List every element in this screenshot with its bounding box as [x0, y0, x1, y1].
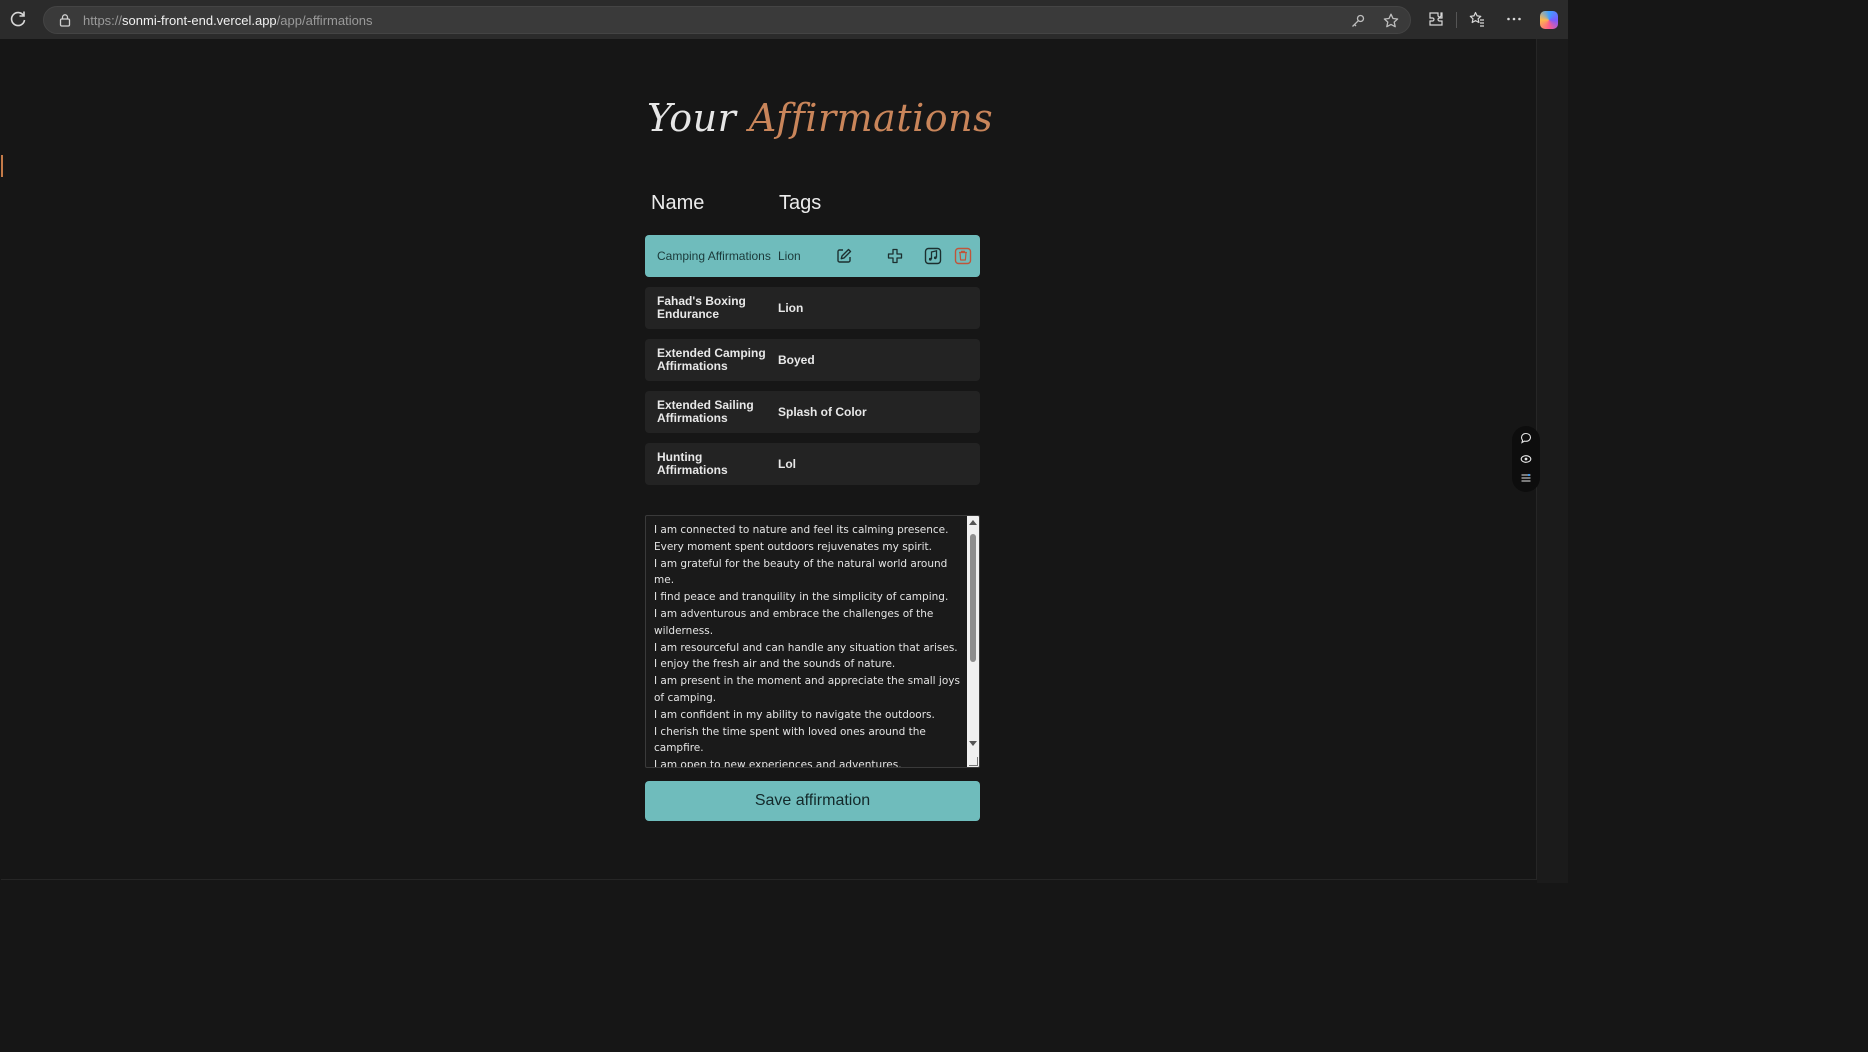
affirmation-name: Extended Camping Affirmations [657, 346, 766, 373]
edit-icon[interactable] [835, 247, 853, 265]
affirmation-tag: Lol [778, 457, 796, 471]
favorite-star-icon[interactable] [1382, 12, 1400, 30]
favorites-icon[interactable] [1468, 10, 1486, 28]
column-header-name: Name [651, 192, 705, 214]
more-menu-icon[interactable] [1505, 10, 1523, 28]
affirmation-name: Fahad's Boxing Endurance [657, 294, 746, 321]
lock-icon[interactable] [58, 13, 72, 27]
browser-toolbar: https://sonmi-front-end.vercel.app/app/a… [0, 0, 1568, 39]
column-header-tags: Tags [779, 192, 822, 214]
chat-bubble-icon[interactable] [1520, 432, 1532, 444]
save-affirmation-button[interactable]: Save affirmation [645, 781, 980, 821]
extensions-icon[interactable] [1427, 10, 1445, 28]
add-icon[interactable] [886, 247, 904, 265]
reload-icon[interactable] [8, 9, 28, 29]
affirmation-textarea[interactable]: I am connected to nature and feel its ca… [645, 515, 980, 768]
affirmation-text-content[interactable]: I am connected to nature and feel its ca… [654, 522, 964, 767]
toolbar-divider [1456, 12, 1457, 28]
affirmation-row[interactable]: Extended Camping Affirmations Boyed [645, 339, 980, 381]
affirmation-name: Extended Sailing Affirmations [657, 398, 754, 425]
affirmation-tag: Splash of Color [778, 405, 867, 419]
title-word-your: Your [647, 96, 737, 140]
affirmation-row[interactable]: Fahad's Boxing Endurance Lion [645, 287, 980, 329]
affirmation-row[interactable]: Extended Sailing Affirmations Splash of … [645, 391, 980, 433]
scroll-up-arrow-icon[interactable] [969, 520, 977, 525]
affirmation-tag: Lion [778, 301, 804, 315]
affirmation-tag: Lion [778, 249, 801, 263]
resize-grip-icon[interactable] [969, 757, 978, 766]
title-word-affirmations: Affirmations [748, 96, 994, 140]
textarea-scrollbar[interactable] [967, 516, 979, 767]
scrollbar-thumb[interactable] [970, 534, 976, 662]
visibility-icon[interactable] [1520, 453, 1532, 465]
affirmation-row-selected[interactable]: Camping Affirmations Lion [645, 235, 980, 277]
address-bar[interactable]: https://sonmi-front-end.vercel.app/app/a… [43, 6, 1411, 34]
browser-side-strip [1537, 39, 1568, 883]
affirmation-name: Camping Affirmations [657, 248, 771, 263]
scroll-down-arrow-icon[interactable] [969, 741, 977, 746]
page-title: Your Affirmations [647, 96, 993, 140]
copilot-icon[interactable] [1540, 11, 1558, 29]
focus-caret [1, 155, 3, 177]
url-text[interactable]: https://sonmi-front-end.vercel.app/app/a… [83, 13, 373, 28]
affirmation-tag: Boyed [778, 353, 815, 367]
delete-icon[interactable] [954, 247, 972, 265]
affirmation-name: Hunting Affirmations [657, 450, 728, 477]
list-settings-icon[interactable] [1520, 472, 1532, 484]
music-icon[interactable] [924, 247, 942, 265]
affirmation-row[interactable]: Hunting Affirmations Lol [645, 443, 980, 485]
key-icon[interactable] [1349, 12, 1367, 30]
floating-tools-pill [1512, 426, 1540, 492]
